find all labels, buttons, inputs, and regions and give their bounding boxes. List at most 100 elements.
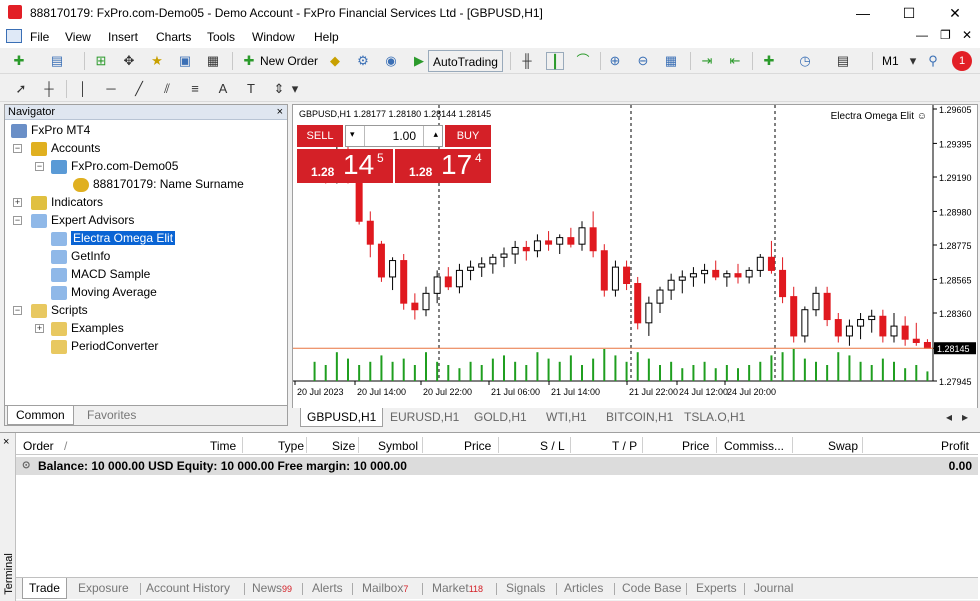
tree-root[interactable]: FxPro MT4 [11, 121, 90, 139]
terminal-icon[interactable]: ▣ [176, 52, 194, 70]
menu-window[interactable]: Window [252, 30, 295, 44]
tree-script-item[interactable]: Examples [51, 319, 124, 337]
buy-button[interactable]: BUY [445, 125, 491, 147]
zoom-out-icon[interactable]: ⊖ [634, 52, 652, 70]
minimize-button[interactable]: — [840, 0, 886, 26]
tab-code-base[interactable]: Code Base [616, 578, 687, 599]
tree-expert-item[interactable]: MACD Sample [51, 265, 150, 283]
collapse-scripts-toggle[interactable]: − [13, 306, 22, 315]
market-watch-icon[interactable]: ⊞ [92, 52, 110, 70]
expand-indicators-toggle[interactable]: + [13, 198, 22, 207]
tab-common[interactable]: Common [7, 406, 74, 425]
navigator-close-button[interactable]: × [277, 106, 283, 118]
volume-down-icon[interactable]: ▾ [350, 129, 355, 140]
text-icon[interactable]: A [214, 80, 232, 98]
col-size[interactable]: Size [332, 439, 355, 453]
child-restore-button[interactable]: ❐ [940, 28, 951, 42]
tab-chart[interactable]: BITCOIN,H1 [600, 408, 679, 427]
tree-script-item[interactable]: PeriodConverter [51, 337, 158, 355]
chart-shift-icon[interactable]: ⇥ [698, 52, 716, 70]
col-type[interactable]: Type [278, 439, 304, 453]
scroll-right-icon[interactable]: ▸ [956, 408, 974, 427]
chart-window[interactable]: 1.29605 1.29395 1.29190 1.28980 1.28775 1.285… [292, 104, 978, 426]
zoom-in-icon[interactable]: ⊕ [606, 52, 624, 70]
tree-expert-item[interactable]: GetInfo [51, 247, 110, 265]
tab-signals[interactable]: Signals [500, 578, 551, 599]
line-chart-icon[interactable]: ⌒ [574, 52, 592, 70]
tab-favorites[interactable]: Favorites [79, 406, 144, 425]
col-commission[interactable]: Commiss... [724, 439, 784, 453]
tab-chart[interactable]: WTI,H1 [540, 408, 593, 427]
tab-mailbox[interactable]: Mailbox7 [356, 578, 414, 599]
bar-chart-icon[interactable]: ╫ [518, 52, 536, 70]
autoscroll-icon[interactable]: ⇤ [726, 52, 744, 70]
tab-chart[interactable]: GOLD,H1 [468, 408, 533, 427]
tab-trade[interactable]: Trade [22, 578, 67, 599]
tab-chart[interactable]: TSLA.O,H1 [678, 408, 751, 427]
indicators-list-icon[interactable]: ✚ [760, 52, 778, 70]
timeframe-m1[interactable]: M1 [878, 50, 903, 72]
balance-row[interactable]: ⊙ Balance: 10 000.00 USD Equity: 10 000.… [16, 457, 978, 475]
tab-chart[interactable]: EURUSD,H1 [384, 408, 465, 427]
strategy-tester-icon[interactable]: ▦ [204, 52, 222, 70]
sell-button[interactable]: SELL [297, 125, 343, 147]
vertical-line-icon[interactable]: │ [74, 80, 92, 98]
signals-icon[interactable]: ◉ [382, 52, 400, 70]
tab-experts[interactable]: Experts [690, 578, 743, 599]
cursor-icon[interactable]: ➚ [12, 80, 30, 98]
data-window-icon[interactable]: ✥ [120, 52, 138, 70]
col-swap[interactable]: Swap [828, 439, 858, 453]
app-icon[interactable] [6, 29, 22, 43]
tab-news[interactable]: News99 [246, 578, 298, 599]
tab-journal[interactable]: Journal [748, 578, 799, 599]
tab-alerts[interactable]: Alerts [306, 578, 349, 599]
new-order-button[interactable]: New Order [256, 50, 322, 72]
periods-icon[interactable]: ◷ [796, 52, 814, 70]
close-button[interactable]: ✕ [932, 0, 978, 26]
tree-account[interactable]: 888170179: Name Surname [73, 175, 244, 193]
search-icon[interactable]: ⚲ [924, 52, 942, 70]
equidistant-channel-icon[interactable]: ⫽ [158, 80, 176, 98]
crosshair-icon[interactable]: ┼ [40, 80, 58, 98]
col-current-price[interactable]: Price [682, 439, 709, 453]
tile-windows-icon[interactable]: ▦ [662, 52, 680, 70]
trendline-icon[interactable]: ╱ [130, 80, 148, 98]
col-tp[interactable]: T / P [612, 439, 637, 453]
tree-expert-item[interactable]: Electra Omega Elit [51, 229, 176, 247]
arrows-dropdown-icon[interactable]: ▾ [286, 80, 304, 98]
text-label-icon[interactable]: T [242, 80, 260, 98]
tab-account-history[interactable]: Account History [140, 578, 236, 599]
candlestick-icon[interactable]: ┃ [546, 52, 564, 70]
chevron-down-icon[interactable]: ▾ [904, 52, 922, 70]
horizontal-line-icon[interactable]: ─ [102, 80, 120, 98]
expand-examples-toggle[interactable]: + [35, 324, 44, 333]
fibonacci-icon[interactable]: ≡ [186, 80, 204, 98]
menu-view[interactable]: View [65, 30, 91, 44]
col-time[interactable]: Time [210, 439, 236, 453]
col-sl[interactable]: S / L [540, 439, 565, 453]
tree-accounts[interactable]: Accounts [31, 139, 100, 157]
tree-expert-advisors[interactable]: Expert Advisors [31, 211, 134, 229]
col-price[interactable]: Price [464, 439, 491, 453]
notification-badge[interactable]: 1 [952, 51, 972, 71]
tree-scripts[interactable]: Scripts [31, 301, 88, 319]
tree-expert-item[interactable]: Moving Average [51, 283, 157, 301]
sell-price-box[interactable]: 1.28 14 5 [297, 149, 393, 183]
collapse-experts-toggle[interactable]: − [13, 216, 22, 225]
volume-up-icon[interactable]: ▴ [433, 129, 438, 140]
menu-file[interactable]: File [30, 30, 49, 44]
metaeditor-icon[interactable]: ⚙ [354, 52, 372, 70]
profiles-icon[interactable]: ▤ [48, 52, 66, 70]
col-profit[interactable]: Profit [941, 439, 969, 453]
child-close-button[interactable]: ✕ [962, 28, 972, 42]
menu-help[interactable]: Help [314, 30, 339, 44]
tab-articles[interactable]: Articles [558, 578, 609, 599]
menu-insert[interactable]: Insert [108, 30, 138, 44]
templates-icon[interactable]: ▤ [834, 52, 852, 70]
tree-indicators[interactable]: Indicators [31, 193, 103, 211]
buy-price-box[interactable]: 1.28 17 4 [395, 149, 491, 183]
menu-charts[interactable]: Charts [156, 30, 191, 44]
gold-bars-icon[interactable]: ◆ [326, 52, 344, 70]
tree-server[interactable]: FxPro.com-Demo05 [51, 157, 178, 175]
navigator-icon[interactable]: ★ [148, 52, 166, 70]
